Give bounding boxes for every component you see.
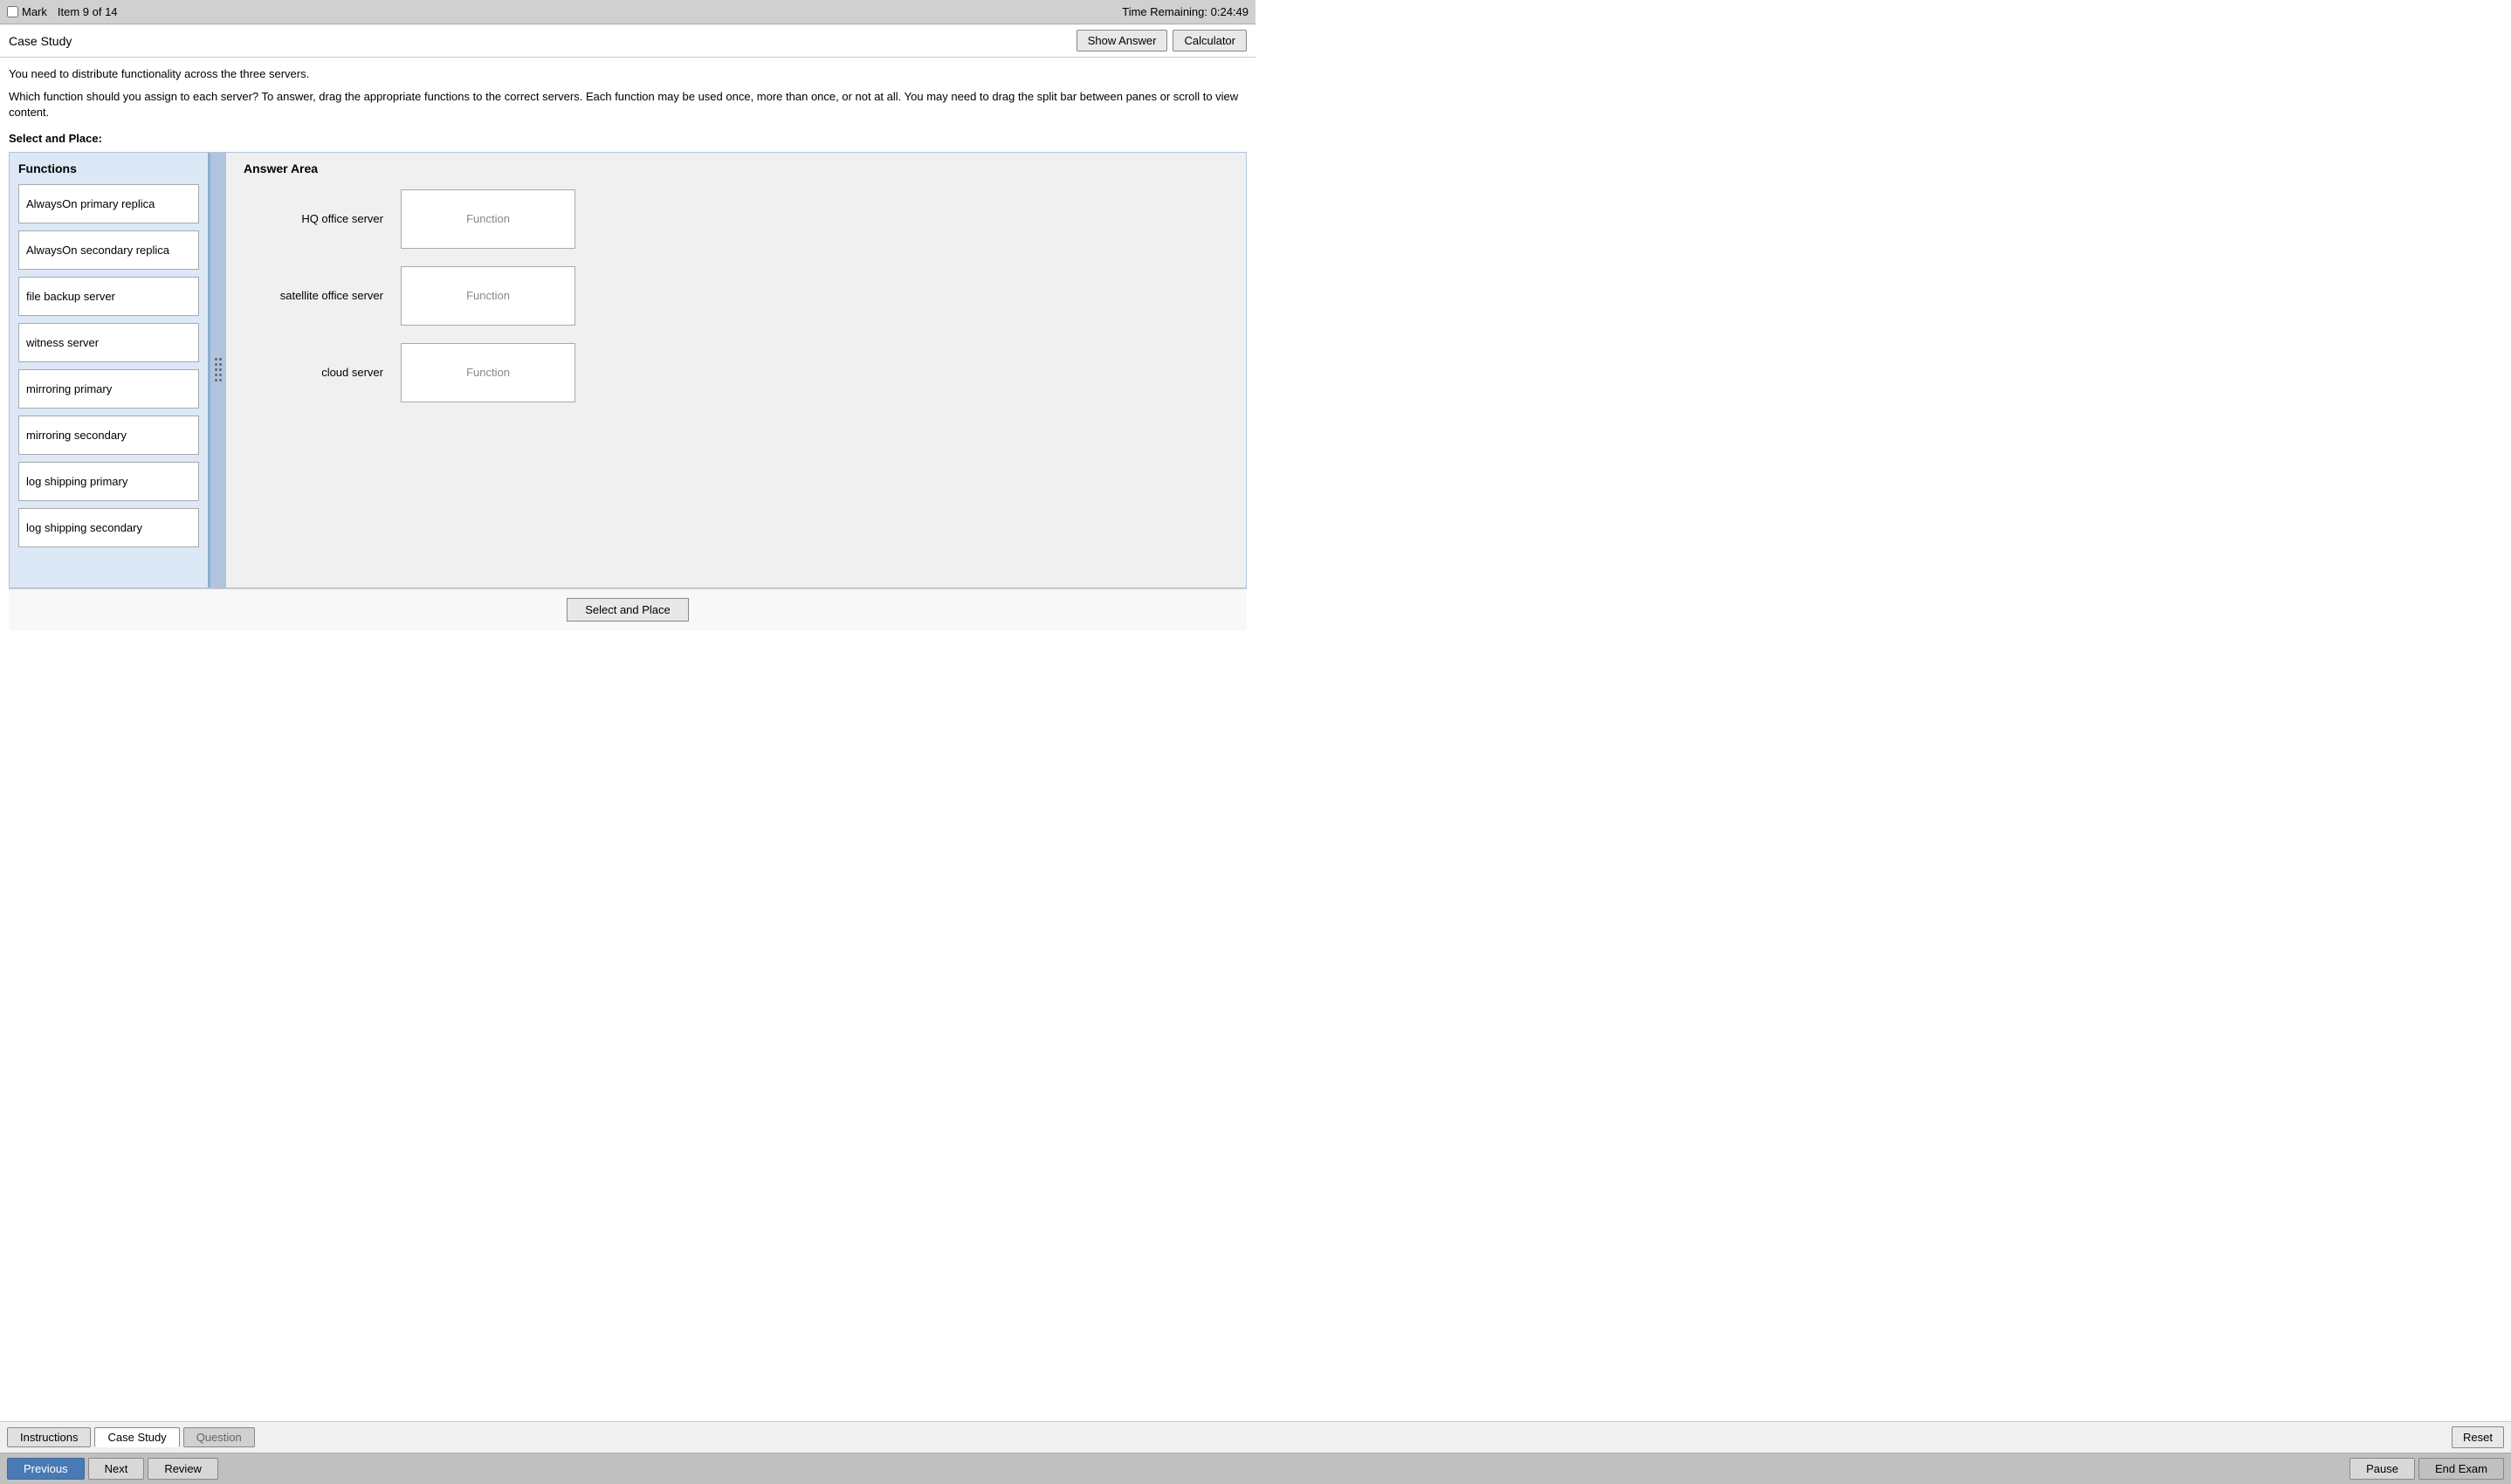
case-study-tab[interactable]: Case Study: [94, 1427, 179, 1447]
select-and-place-button[interactable]: Select and Place: [567, 598, 689, 622]
header-area: Case Study Show Answer Calculator: [0, 24, 1256, 58]
time-remaining: Time Remaining: 0:24:49: [1122, 5, 1249, 18]
top-bar: Mark Item 9 of 14 Time Remaining: 0:24:4…: [0, 0, 1256, 24]
functions-panel-title: Functions: [18, 161, 199, 175]
bottom-tabs: Instructions Case Study Question Reset: [0, 1421, 2511, 1453]
content-area: You need to distribute functionality acr…: [0, 58, 1256, 662]
function-item-log-shipping-secondary[interactable]: log shipping secondary: [18, 508, 199, 547]
end-exam-button[interactable]: End Exam: [2418, 1458, 2504, 1480]
answer-panel: Answer Area HQ office server Function sa…: [226, 153, 1246, 587]
previous-button[interactable]: Previous: [7, 1458, 85, 1480]
answer-panel-title: Answer Area: [244, 161, 1228, 175]
calculator-button[interactable]: Calculator: [1173, 30, 1247, 52]
top-bar-left: Mark Item 9 of 14: [7, 5, 118, 18]
nav-bar-right: Pause End Exam: [2349, 1458, 2504, 1480]
nav-bar: Previous Next Review Pause End Exam: [0, 1453, 2511, 1484]
split-bar[interactable]: [210, 153, 226, 587]
select-place-btn-row: Select and Place: [9, 588, 1247, 630]
item-info: Item 9 of 14: [58, 5, 118, 18]
function-item-witness-server[interactable]: witness server: [18, 323, 199, 362]
drag-drop-container: Functions AlwaysOn primary replica Alway…: [9, 152, 1247, 588]
show-answer-button[interactable]: Show Answer: [1077, 30, 1168, 52]
nav-bar-left: Previous Next Review: [7, 1458, 218, 1480]
function-item-log-shipping-primary[interactable]: log shipping primary: [18, 462, 199, 501]
hq-drop-zone[interactable]: Function: [401, 189, 575, 249]
question-text: Which function should you assign to each…: [9, 89, 1247, 120]
mark-checkbox[interactable]: [7, 6, 18, 17]
function-item-file-backup[interactable]: file backup server: [18, 277, 199, 316]
satellite-office-server-label: satellite office server: [244, 289, 383, 302]
hq-office-server-label: HQ office server: [244, 212, 383, 225]
instructions-tab[interactable]: Instructions: [7, 1427, 91, 1447]
answer-row-satellite: satellite office server Function: [244, 266, 1228, 326]
question-tab[interactable]: Question: [183, 1427, 255, 1447]
mark-label: Mark: [22, 5, 47, 18]
functions-panel: Functions AlwaysOn primary replica Alway…: [10, 153, 210, 587]
bottom-tabs-left: Instructions Case Study Question: [7, 1427, 255, 1447]
satellite-drop-zone[interactable]: Function: [401, 266, 575, 326]
cloud-drop-zone[interactable]: Function: [401, 343, 575, 402]
header-buttons: Show Answer Calculator: [1077, 30, 1247, 52]
review-button[interactable]: Review: [148, 1458, 218, 1480]
next-button[interactable]: Next: [88, 1458, 145, 1480]
mark-checkbox-container[interactable]: Mark: [7, 5, 47, 18]
answer-row-hq: HQ office server Function: [244, 189, 1228, 249]
cloud-server-label: cloud server: [244, 366, 383, 379]
reset-button[interactable]: Reset: [2452, 1426, 2504, 1448]
pause-button[interactable]: Pause: [2349, 1458, 2415, 1480]
function-item-alwayson-secondary[interactable]: AlwaysOn secondary replica: [18, 230, 199, 270]
instruction-text: You need to distribute functionality acr…: [9, 66, 1247, 82]
function-item-mirroring-secondary[interactable]: mirroring secondary: [18, 416, 199, 455]
case-study-label: Case Study: [9, 34, 72, 48]
answer-row-cloud: cloud server Function: [244, 343, 1228, 402]
function-item-alwayson-primary[interactable]: AlwaysOn primary replica: [18, 184, 199, 223]
select-and-place-label: Select and Place:: [9, 132, 1247, 145]
function-item-mirroring-primary[interactable]: mirroring primary: [18, 369, 199, 409]
